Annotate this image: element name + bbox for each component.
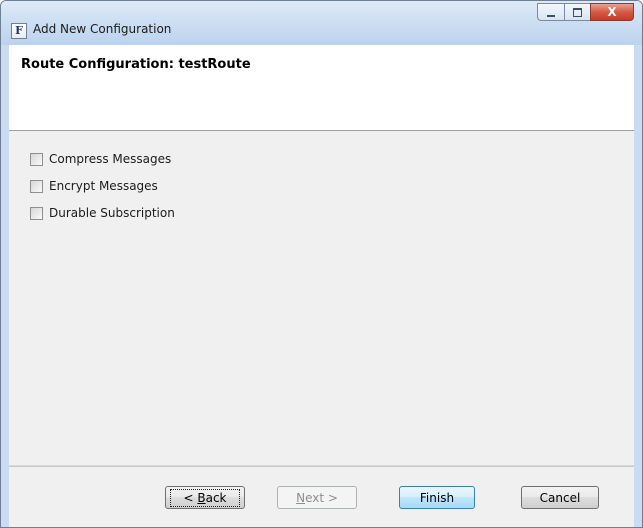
button-bar: < Back Next > Finish Cancel: [9, 466, 634, 527]
checkbox-label: Durable Subscription: [49, 206, 175, 220]
options-panel: Compress Messages Encrypt Messages Durab…: [9, 131, 634, 465]
cancel-button[interactable]: Cancel: [521, 486, 599, 509]
checkbox-box[interactable]: [30, 152, 43, 166]
close-button[interactable]: X: [590, 3, 634, 21]
next-button[interactable]: Next >: [277, 486, 357, 509]
maximize-button[interactable]: [564, 3, 590, 21]
checkbox-label: Encrypt Messages: [49, 179, 158, 193]
finish-button[interactable]: Finish: [399, 486, 475, 509]
dialog-window: F Add New Configuration X Route Configur…: [0, 0, 643, 528]
app-icon: F: [11, 23, 27, 39]
title-bar[interactable]: F Add New Configuration X: [1, 1, 642, 45]
cancel-button-label: Cancel: [539, 490, 581, 505]
minimize-button[interactable]: [537, 3, 564, 21]
wizard-header: Route Configuration: testRoute: [9, 45, 634, 131]
minimize-icon: [547, 14, 555, 17]
back-button[interactable]: < Back: [165, 486, 245, 509]
next-button-label: Next >: [296, 490, 338, 505]
durable-subscription-checkbox[interactable]: Durable Subscription: [30, 205, 175, 221]
page-title: Route Configuration: testRoute: [21, 57, 251, 72]
checkbox-box[interactable]: [30, 179, 43, 193]
finish-button-label: Finish: [419, 490, 455, 505]
window-title: Add New Configuration: [33, 22, 172, 36]
maximize-icon: [573, 7, 582, 17]
compress-messages-checkbox[interactable]: Compress Messages: [30, 151, 171, 167]
close-icon: X: [607, 5, 617, 19]
checkbox-box[interactable]: [30, 206, 43, 220]
window-controls: X: [537, 3, 634, 23]
checkbox-label: Compress Messages: [49, 152, 172, 166]
back-button-label: < Back: [170, 488, 240, 507]
encrypt-messages-checkbox[interactable]: Encrypt Messages: [30, 178, 158, 194]
